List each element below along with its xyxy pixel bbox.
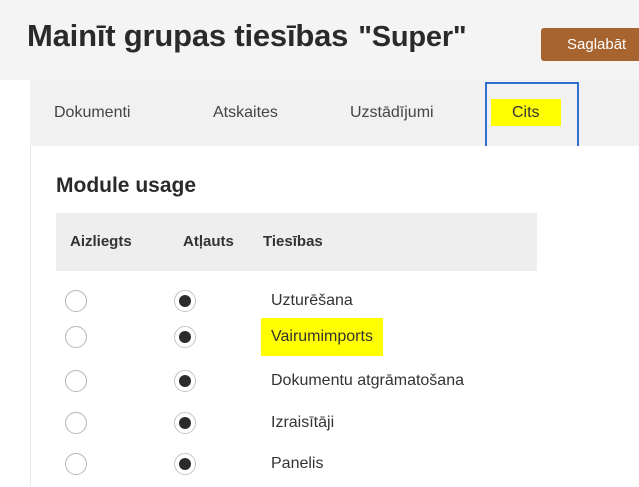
tab-uzstadijumi[interactable]: Uzstādījumi — [350, 80, 434, 146]
aizliegts-radio[interactable] — [65, 290, 87, 312]
column-header-tiesibas: Tiesības — [263, 233, 323, 250]
tab-cits-label: Cits — [491, 99, 561, 126]
tab-bar: Dokumenti Atskaites Uzstādījumi Cits — [30, 80, 639, 147]
permission-label: Vairumimports — [261, 318, 383, 356]
table-row: Dokumentu atgrāmatošana — [56, 362, 556, 404]
aizliegts-radio[interactable] — [65, 326, 87, 348]
column-header-atlauts: Atļauts — [183, 233, 234, 250]
aizliegts-radio[interactable] — [65, 453, 87, 475]
atlauts-radio[interactable] — [174, 453, 196, 475]
table-row: Vairumimports — [56, 318, 556, 360]
tab-cits[interactable]: Cits — [491, 80, 561, 146]
aizliegts-radio[interactable] — [65, 370, 87, 392]
aizliegts-radio[interactable] — [65, 412, 87, 434]
atlauts-radio[interactable] — [174, 290, 196, 312]
table-row: Panelis — [56, 445, 556, 487]
atlauts-radio[interactable] — [174, 370, 196, 392]
tab-atskaites[interactable]: Atskaites — [213, 80, 278, 146]
column-header-aizliegts: Aizliegts — [70, 233, 132, 250]
page-title: Mainīt grupas tiesības "Super" — [27, 18, 467, 54]
table-row: Izraisītāji — [56, 404, 556, 446]
page-title-text: Mainīt grupas tiesības — [27, 18, 349, 53]
page-header: Mainīt grupas tiesības "Super" Saglabāt — [0, 0, 639, 80]
permission-label: Dokumentu atgrāmatošana — [271, 372, 464, 389]
group-name: "Super" — [358, 21, 467, 53]
atlauts-radio[interactable] — [174, 412, 196, 434]
permission-label: Izraisītāji — [271, 414, 335, 431]
save-button[interactable]: Saglabāt — [541, 28, 639, 61]
tab-dokumenti[interactable]: Dokumenti — [54, 80, 130, 146]
permission-label: Panelis — [271, 455, 324, 472]
section-title: Module usage — [56, 174, 197, 197]
permission-label: Uzturēšana — [271, 292, 353, 309]
atlauts-radio[interactable] — [174, 326, 196, 348]
table-header: Aizliegts Atļauts Tiesības — [56, 213, 537, 271]
